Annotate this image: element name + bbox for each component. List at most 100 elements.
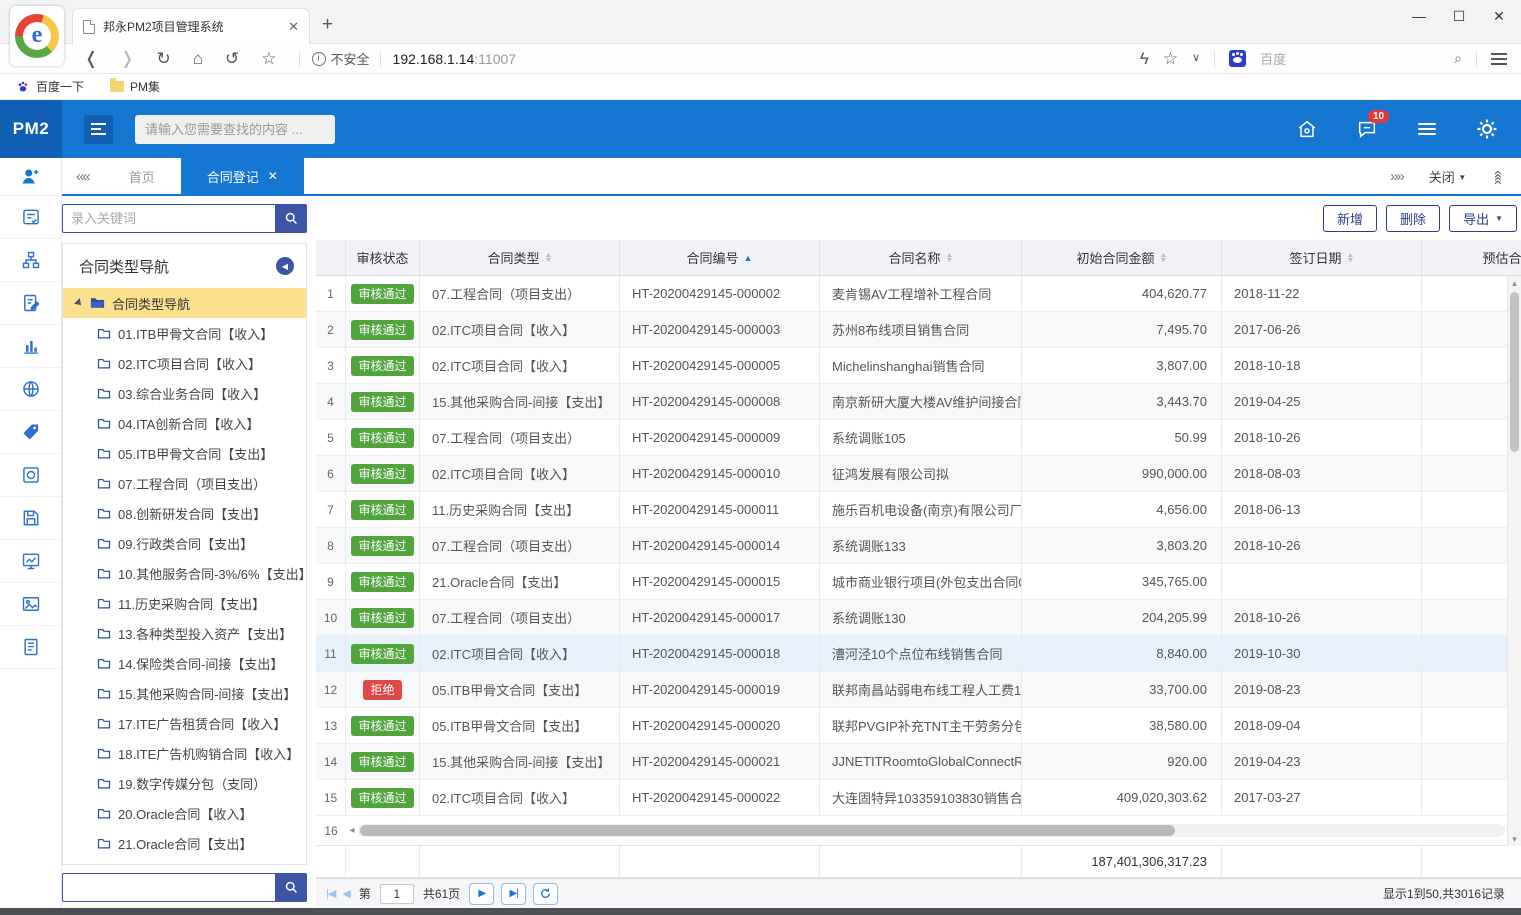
tree-item[interactable]: 19.数字传媒分包（支同）: [63, 768, 306, 798]
edit-document-icon[interactable]: [0, 282, 61, 325]
undo-icon[interactable]: ↺: [225, 50, 239, 67]
add-button[interactable]: 新增: [1323, 205, 1377, 232]
tree-item[interactable]: 17.ITE广告租赁合同【收入】: [63, 708, 306, 738]
next-page-button[interactable]: ▶: [469, 883, 494, 905]
column-header[interactable]: 审核状态: [346, 240, 420, 275]
table-row[interactable]: 5审核通过07.工程合同（项目支出）HT-20200429145-000009系…: [316, 420, 1521, 456]
table-row[interactable]: 1审核通过07.工程合同（项目支出）HT-20200429145-000002麦…: [316, 276, 1521, 312]
global-search-input[interactable]: [135, 115, 335, 144]
frame-icon[interactable]: [0, 454, 61, 497]
tag-icon[interactable]: [0, 411, 61, 454]
sidebar-toggle-icon[interactable]: [84, 115, 113, 144]
tree-item[interactable]: 04.ITA创新合同【收入】: [63, 408, 306, 438]
search-icon[interactable]: ⌕: [1454, 50, 1462, 67]
globe-icon[interactable]: [0, 368, 61, 411]
tree-item[interactable]: 14.保险类合同-间接【支出】: [63, 648, 306, 678]
table-row[interactable]: 13审核通过05.ITB甲骨文合同【支出】HT-20200429145-0000…: [316, 708, 1521, 744]
tree-item[interactable]: 11.历史采购合同【支出】: [63, 588, 306, 618]
bar-chart-icon[interactable]: [0, 325, 61, 368]
form-icon[interactable]: [0, 196, 61, 239]
vertical-scrollbar-thumb[interactable]: [1510, 292, 1519, 452]
panel-collapse-icon[interactable]: ◀: [276, 257, 294, 275]
tree-item[interactable]: 20.Oracle合同【收入】: [63, 798, 306, 828]
table-row[interactable]: 2审核通过02.ITC项目合同【收入】HT-20200429145-000003…: [316, 312, 1521, 348]
tree-item[interactable]: 21.Oracle合同【支出】: [63, 828, 306, 858]
browser-tab[interactable]: 邦永PM2项目管理系统 ✕: [72, 8, 310, 44]
vertical-scrollbar[interactable]: ▴ ▾: [1507, 276, 1521, 846]
table-row[interactable]: 4审核通过15.其他采购合同-间接【支出】HT-20200429145-0000…: [316, 384, 1521, 420]
column-header[interactable]: 合同编号▲: [620, 240, 820, 275]
keyword-search-input[interactable]: [62, 204, 275, 233]
messages-icon[interactable]: 10: [1355, 117, 1379, 141]
column-header[interactable]: 签订日期▲▼: [1222, 240, 1422, 275]
forward-icon[interactable]: ❭: [120, 50, 134, 67]
table-row[interactable]: 9审核通过21.Oracle合同【支出】HT-20200429145-00001…: [316, 564, 1521, 600]
tree-item[interactable]: 09.行政类合同【支出】: [63, 528, 306, 558]
tabs-scroll-left-icon[interactable]: ««: [62, 168, 103, 185]
column-header[interactable]: 初始合同金额▲▼: [1022, 240, 1222, 275]
back-icon[interactable]: ❬: [84, 50, 98, 67]
close-dropdown[interactable]: 关闭 ▼: [1429, 167, 1467, 186]
table-row[interactable]: 3审核通过02.ITC项目合同【收入】HT-20200429145-000005…: [316, 348, 1521, 384]
table-row[interactable]: 15审核通过02.ITC项目合同【收入】HT-20200429145-00002…: [316, 780, 1521, 816]
tree-item[interactable]: 03.综合业务合同【收入】: [63, 378, 306, 408]
scroll-down-icon[interactable]: ▾: [1508, 832, 1521, 846]
scroll-up-icon[interactable]: ▴: [1508, 276, 1521, 290]
security-indicator[interactable]: i 不安全: [312, 49, 370, 68]
collapse-up-icon[interactable]: ««: [1490, 170, 1507, 183]
image-icon[interactable]: [0, 583, 61, 626]
tree-item[interactable]: 13.各种类型投入资产【支出】: [63, 618, 306, 648]
horizontal-scrollbar[interactable]: [358, 824, 1505, 837]
chevron-down-icon[interactable]: ∨: [1192, 53, 1200, 64]
last-page-button[interactable]: ▶|: [501, 883, 526, 905]
refresh-grid-button[interactable]: [533, 883, 558, 905]
horizontal-scrollbar-thumb[interactable]: [360, 825, 1175, 836]
chart-board-icon[interactable]: [0, 540, 61, 583]
bookmark-baidu[interactable]: 百度一下: [16, 78, 84, 95]
table-row[interactable]: 12拒绝05.ITB甲骨文合同【支出】HT-20200429145-000019…: [316, 672, 1521, 708]
browser-menu-icon[interactable]: [1491, 50, 1507, 68]
tree-filter-input[interactable]: [62, 873, 275, 902]
user-icon[interactable]: [0, 158, 61, 196]
table-row[interactable]: 6审核通过02.ITC项目合同【收入】HT-20200429145-000010…: [316, 456, 1521, 492]
tree-item[interactable]: 10.其他服务合同-3%/6%【支出】: [63, 558, 306, 588]
tree-item[interactable]: 07.工程合同（项目支出）: [63, 468, 306, 498]
save-icon[interactable]: [0, 497, 61, 540]
tree-item[interactable]: 15.其他采购合同-间接【支出】: [63, 678, 306, 708]
report-icon[interactable]: [0, 626, 61, 669]
maximize-button[interactable]: ☐: [1451, 8, 1467, 25]
tree-root-node[interactable]: 合同类型导航: [63, 288, 306, 318]
table-row[interactable]: 8审核通过07.工程合同（项目支出）HT-20200429145-000014系…: [316, 528, 1521, 564]
table-row[interactable]: 7审核通过11.历史采购合同【支出】HT-20200429145-000011施…: [316, 492, 1521, 528]
refresh-icon[interactable]: ↻: [157, 50, 171, 67]
tab-close-icon[interactable]: ✕: [268, 169, 278, 183]
settings-gear-icon[interactable]: [1475, 117, 1499, 141]
favorite-star-icon[interactable]: ☆: [1163, 50, 1178, 67]
column-header[interactable]: 合同名称▲▼: [820, 240, 1022, 275]
expand-caret-icon[interactable]: [74, 298, 84, 308]
tree-item[interactable]: 18.ITE广告机购销合同【收入】: [63, 738, 306, 768]
tree-item[interactable]: 01.ITB甲骨文合同【收入】: [63, 318, 306, 348]
tree-filter-search-button[interactable]: [275, 873, 307, 902]
app-menu-icon[interactable]: [1415, 117, 1439, 141]
home-icon[interactable]: ⌂: [193, 50, 203, 67]
bookmark-pm-folder[interactable]: PM集: [110, 78, 160, 95]
new-tab-button[interactable]: +: [322, 14, 333, 36]
scroll-left-icon[interactable]: ◂: [346, 825, 358, 836]
first-page-icon[interactable]: |◀: [326, 887, 335, 900]
keyword-search-button[interactable]: [275, 204, 307, 233]
bookmark-star-icon[interactable]: ☆: [261, 50, 276, 67]
page-number-input[interactable]: [380, 884, 414, 904]
delete-button[interactable]: 删除: [1386, 205, 1440, 232]
url-text[interactable]: 192.168.1.14:11007: [393, 51, 517, 67]
tabs-scroll-right-icon[interactable]: »»: [1390, 168, 1403, 185]
table-row[interactable]: 14审核通过15.其他采购合同-间接【支出】HT-20200429145-000…: [316, 744, 1521, 780]
browser-tab-close-icon[interactable]: ✕: [288, 19, 299, 35]
minimize-button[interactable]: —: [1411, 8, 1427, 25]
home-nav-icon[interactable]: [1295, 117, 1319, 141]
prev-page-icon[interactable]: ◀: [342, 887, 349, 900]
window-close-button[interactable]: ✕: [1491, 8, 1507, 25]
export-button[interactable]: 导出▼: [1449, 205, 1517, 232]
org-chart-icon[interactable]: [0, 239, 61, 282]
lightning-icon[interactable]: ϟ: [1140, 50, 1149, 67]
